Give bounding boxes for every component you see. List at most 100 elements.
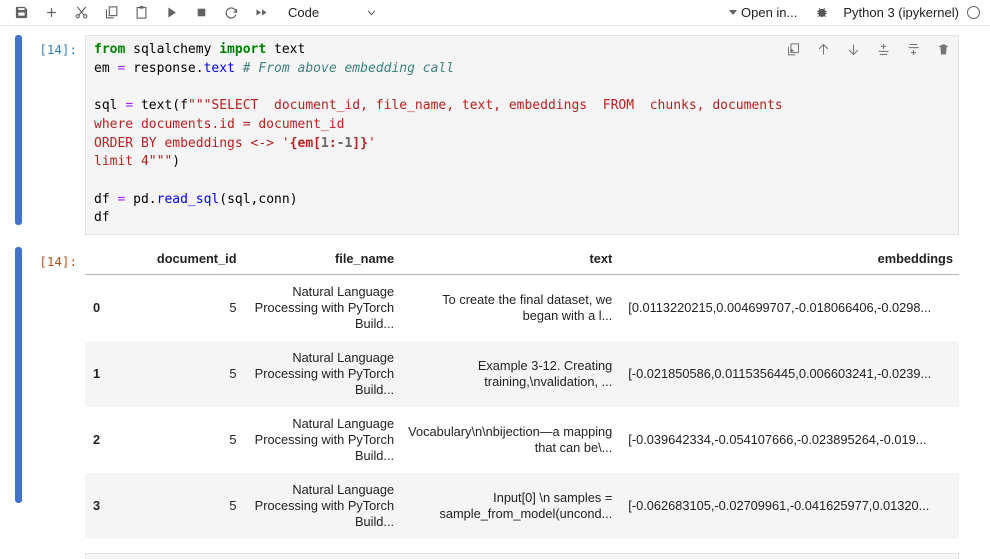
code-token: text: [266, 42, 306, 57]
code-cell-prompt: [14]:: [39, 42, 77, 57]
empty-cell-prompt: [ ]:: [0, 553, 85, 559]
code-token: :: [328, 135, 337, 151]
code-token: # From above embedding call: [242, 60, 455, 76]
table-row: 1 5 Natural Language Processing with PyT…: [85, 341, 959, 408]
code-token: text(f: [133, 98, 188, 114]
cell-embeddings: [0.0113220215,0.004699707,-0.018066406,-…: [628, 300, 932, 316]
code-token: sql: [94, 98, 126, 114]
bug-icon[interactable]: [815, 6, 829, 20]
table-row: 2 5 Natural Language Processing with PyT…: [85, 407, 959, 473]
code-line: df: [94, 209, 950, 228]
restart-run-all-icon[interactable]: [246, 1, 276, 25]
notebook-scroll-area[interactable]: [14]: from sqlalchemy import text em = re…: [0, 26, 990, 559]
delete-cell-icon[interactable]: [935, 41, 952, 58]
code-token: import: [219, 42, 267, 57]
cell-document-id: 5: [229, 300, 237, 316]
notebook-window: Code Open in... Python 3 (ipykernel) [14…: [0, 0, 990, 559]
restart-icon[interactable]: [216, 1, 246, 25]
table-row: 3 5 Natural Language Processing with PyT…: [85, 473, 959, 540]
code-token: 1: [320, 135, 329, 151]
code-line: sql = text(f"""SELECT document_id, file_…: [94, 97, 950, 116]
notebook-toolbar: Code Open in... Python 3 (ipykernel): [0, 0, 990, 26]
code-token: em: [94, 60, 118, 76]
index-header: [85, 249, 126, 276]
row-index: 2: [93, 432, 101, 448]
cell-file-name: Natural Language Processing with PyTorch…: [254, 350, 395, 398]
header-row: document_id file_name text embeddings: [85, 249, 959, 276]
code-line: limit 4"""): [94, 153, 950, 172]
empty-code-cell[interactable]: [ ]:: [0, 553, 990, 559]
cell-document-id: 5: [229, 498, 237, 514]
dataframe-header: document_id file_name text embeddings: [85, 249, 959, 276]
cell-text: Vocabulary\n\nbijection—a mapping that c…: [408, 424, 613, 456]
save-icon[interactable]: [6, 1, 36, 25]
code-token: =: [125, 98, 134, 114]
code-token: df: [94, 191, 118, 207]
cell-document-id: 5: [229, 366, 237, 382]
cut-icon[interactable]: [66, 1, 96, 25]
dataframe-body: 0 5 Natural Language Processing with PyT…: [85, 275, 959, 540]
code-token: {em[: [289, 135, 321, 151]
add-cell-icon[interactable]: [36, 1, 66, 25]
cell-type-select[interactable]: Code: [286, 2, 378, 24]
code-token: sqlalchemy: [125, 42, 220, 57]
code-token: from: [94, 42, 126, 57]
code-token: read_sql: [156, 191, 220, 207]
code-token: limit 4""": [94, 154, 173, 170]
code-token: ]}: [352, 135, 368, 151]
toolbar-right-group: Open in... Python 3 (ipykernel): [729, 5, 990, 20]
empty-code-editor[interactable]: [85, 553, 959, 559]
chevron-down-icon: [365, 6, 378, 19]
row-index: 1: [93, 366, 101, 382]
duplicate-cell-icon[interactable]: [785, 41, 802, 58]
open-in-button[interactable]: Open in...: [729, 5, 797, 20]
cell-action-toolbar: [785, 41, 952, 58]
column-header-text: text: [400, 249, 619, 276]
caret-down-icon: [729, 10, 737, 15]
cell-embeddings: [-0.021850586,0.0115356445,0.006603241,-…: [628, 366, 932, 382]
output-cell[interactable]: [14]: document_id file_name text embeddi…: [0, 247, 990, 540]
cell-document-id: 5: [229, 432, 237, 448]
code-source[interactable]: from sqlalchemy import text em = response…: [94, 41, 950, 228]
cell-embeddings: [-0.039642334,-0.054107666,-0.023895264,…: [628, 432, 927, 448]
move-cell-up-icon[interactable]: [815, 41, 832, 58]
code-line: ORDER BY embeddings <-> '{em[1:-1]}': [94, 135, 950, 154]
kernel-status-indicator[interactable]: [967, 6, 980, 19]
open-in-label: Open in...: [741, 5, 798, 20]
copy-icon[interactable]: [96, 1, 126, 25]
column-header-document-id: document_id: [125, 249, 243, 276]
code-cell[interactable]: [14]: from sqlalchemy import text em = re…: [0, 35, 990, 236]
code-token: df: [94, 210, 110, 226]
dataframe-table: document_id file_name text embeddings 0 …: [85, 249, 959, 540]
insert-cell-above-icon[interactable]: [875, 41, 892, 58]
cell-embeddings: [-0.062683105,-0.02709961,-0.041625977,0…: [628, 498, 930, 514]
table-row: 0 5 Natural Language Processing with PyT…: [85, 275, 959, 342]
cell-file-name: Natural Language Processing with PyTorch…: [254, 284, 395, 332]
code-token: where documents.id = document_id: [94, 116, 345, 132]
output-cell-prompt: [14]:: [39, 254, 77, 270]
row-index: 0: [93, 300, 101, 316]
paste-icon[interactable]: [126, 1, 156, 25]
cell-type-value: Code: [288, 5, 320, 20]
output-cell-indicator: [15, 247, 22, 504]
column-header-file-name: file_name: [242, 249, 401, 276]
run-icon[interactable]: [156, 1, 186, 25]
code-line: where documents.id = document_id: [94, 116, 950, 135]
active-cell-indicator: [15, 35, 22, 225]
code-editor[interactable]: from sqlalchemy import text em = response…: [85, 35, 959, 236]
cell-text: Input[0] \n samples = sample_from_model(…: [439, 490, 613, 522]
move-cell-down-icon[interactable]: [845, 41, 862, 58]
insert-cell-below-icon[interactable]: [905, 41, 922, 58]
dataframe-output: document_id file_name text embeddings 0 …: [85, 247, 959, 540]
kernel-name-label[interactable]: Python 3 (ipykernel): [843, 5, 959, 20]
cell-text: To create the final dataset, we began wi…: [442, 292, 613, 324]
code-token: ORDER BY embeddings <-> ': [94, 135, 290, 151]
code-token: ': [367, 135, 376, 151]
code-token: -1: [336, 135, 353, 151]
code-token: (sql,conn): [219, 191, 298, 207]
code-token: text: [203, 60, 235, 76]
row-index: 3: [93, 498, 101, 514]
stop-icon[interactable]: [186, 1, 216, 25]
